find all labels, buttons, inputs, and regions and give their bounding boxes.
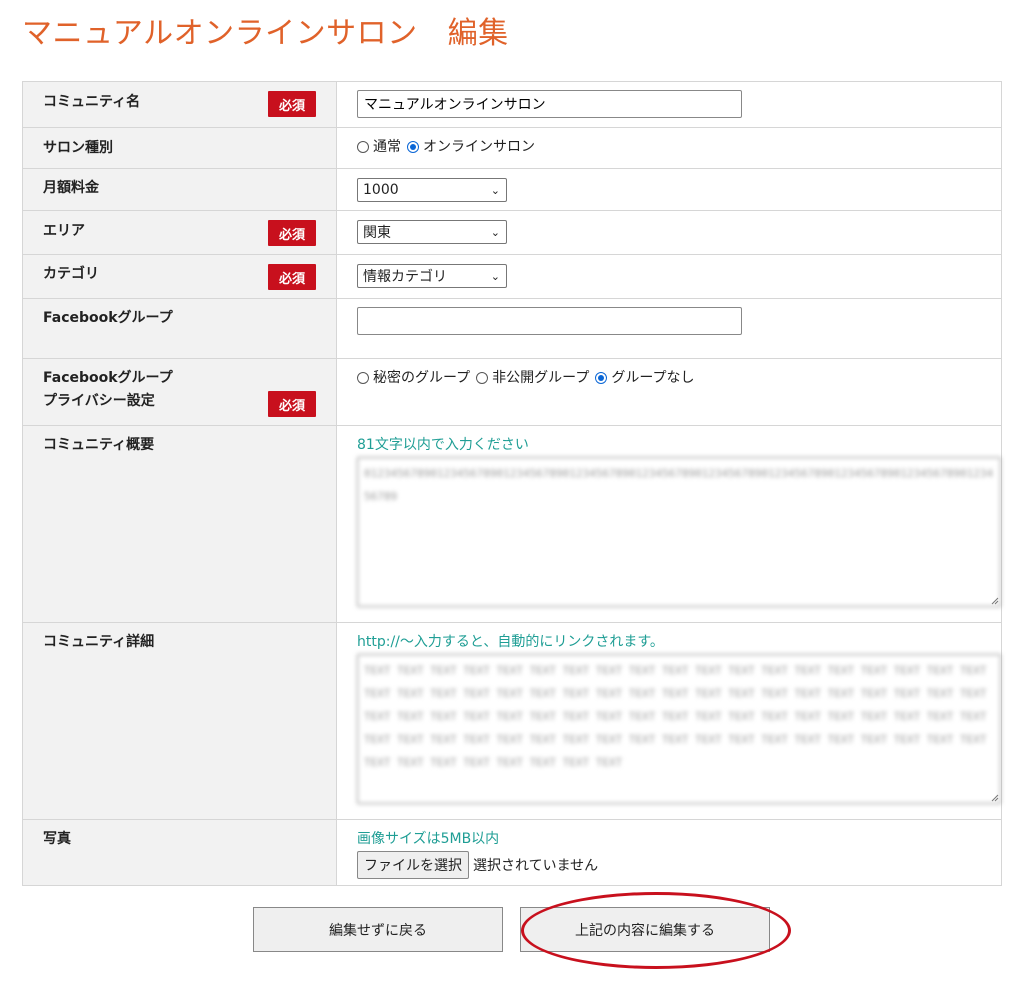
monthly-fee-label: 月額料金 [43,180,99,196]
radio-label[interactable]: 秘密のグループ [373,368,470,388]
label-cell: コミュニティ概要 [22,425,337,623]
chevron-down-icon: ⌄ [490,269,500,283]
resize-grip-icon[interactable] [989,595,999,605]
radio-salon-type-online[interactable] [407,141,419,153]
label-cell: コミュニティ名 必須 [22,81,337,128]
field-cell: 関東 ⌄ [336,210,1002,255]
label-cell: カテゴリ 必須 [22,254,337,299]
field-cell: 秘密のグループ 非公開グループ グループなし [336,358,1002,426]
field-cell: http://～入力すると、自動的にリンクされます。 TEXT TEXT TEX… [336,622,1002,820]
summary-textarea[interactable]: 0123456789012345678901234567890123456789… [357,457,1001,607]
photo-hint: 画像サイズは5MB以内 [357,831,500,847]
label-cell: コミュニティ詳細 [22,622,337,820]
field-cell [336,298,1002,359]
label-cell: サロン種別 [22,127,337,169]
radio-privacy-none[interactable] [595,372,608,384]
page-title: マニュアルオンラインサロン 編集 [22,8,509,52]
detail-textarea[interactable]: TEXT TEXT TEXT TEXT TEXT TEXT TEXT TEXT … [357,654,1001,804]
radio-label[interactable]: グループなし [611,368,694,388]
resize-grip-icon[interactable] [989,792,999,802]
label-cell: 写真 [22,819,337,886]
file-status: 選択されていません [473,858,599,874]
required-badge: 必須 [268,264,316,290]
salon-type-label: サロン種別 [43,140,113,156]
row-detail: コミュニティ詳細 http://～入力すると、自動的にリンクされます。 TEXT… [22,622,1002,820]
select-value: 情報カテゴリ [363,269,447,285]
facebook-privacy-radio-group: 秘密のグループ 非公開グループ グループなし [357,368,981,388]
radio-label[interactable]: 非公開グループ [492,368,589,388]
required-badge: 必須 [268,220,316,246]
area-select[interactable]: 関東 ⌄ [357,220,507,244]
facebook-group-label: Facebookグループ [43,310,173,326]
radio-label[interactable]: オンラインサロン [423,137,535,157]
row-salon-type: サロン種別 通常 オンラインサロン [22,127,1002,169]
row-summary: コミュニティ概要 81文字以内で入力ください 01234567890123456… [22,425,1002,623]
salon-type-radio-group: 通常 オンラインサロン [357,137,981,157]
community-name-input[interactable] [357,90,742,118]
row-facebook-group: Facebookグループ [22,298,1002,359]
summary-hint: 81文字以内で入力ください [357,437,529,453]
submit-edit-button[interactable]: 上記の内容に編集する [520,907,770,952]
file-picker: ファイルを選択 選択されていません [357,851,981,879]
select-value: 1000 [363,182,399,198]
page-title-main: マニュアルオンラインサロン [22,16,418,51]
row-facebook-privacy: Facebookグループ プライバシー設定 必須 秘密のグループ 非公開グループ… [22,358,1002,426]
category-select[interactable]: 情報カテゴリ ⌄ [357,264,507,288]
radio-salon-type-normal[interactable] [357,141,369,153]
row-monthly-fee: 月額料金 1000 ⌄ [22,168,1002,211]
field-cell: 情報カテゴリ ⌄ [336,254,1002,299]
summary-label: コミュニティ概要 [43,437,155,453]
label-cell: Facebookグループ [22,298,337,359]
facebook-group-input[interactable] [357,307,742,335]
label-cell: エリア 必須 [22,210,337,255]
page-title-suffix: 編集 [447,16,509,51]
radio-privacy-secret[interactable] [357,372,369,384]
detail-label: コミュニティ詳細 [43,634,155,650]
row-category: カテゴリ 必須 情報カテゴリ ⌄ [22,254,1002,299]
chevron-down-icon: ⌄ [490,225,500,239]
row-community-name: コミュニティ名 必須 [22,81,1002,128]
chevron-down-icon: ⌄ [490,183,500,197]
field-cell: 通常 オンラインサロン [336,127,1002,169]
facebook-privacy-label-line1: Facebookグループ [43,370,173,386]
photo-label: 写真 [43,831,71,847]
required-badge: 必須 [268,91,316,117]
monthly-fee-select[interactable]: 1000 ⌄ [357,178,507,202]
label-cell: 月額料金 [22,168,337,211]
field-cell [336,81,1002,128]
choose-file-button[interactable]: ファイルを選択 [357,851,469,879]
row-photo: 写真 画像サイズは5MB以内 ファイルを選択 選択されていません [22,819,1002,886]
label-cell: Facebookグループ プライバシー設定 必須 [22,358,337,426]
summary-textarea-content: 0123456789012345678901234567890123456789… [357,457,1001,607]
row-area: エリア 必須 関東 ⌄ [22,210,1002,255]
field-cell: 81文字以内で入力ください 01234567890123456789012345… [336,425,1002,623]
radio-privacy-closed[interactable] [476,372,489,384]
radio-label[interactable]: 通常 [373,137,401,157]
select-value: 関東 [363,225,391,241]
detail-hint: http://～入力すると、自動的にリンクされます。 [357,634,664,650]
back-without-editing-button[interactable]: 編集せずに戻る [253,907,503,952]
detail-textarea-content: TEXT TEXT TEXT TEXT TEXT TEXT TEXT TEXT … [357,654,1001,804]
field-cell: 画像サイズは5MB以内 ファイルを選択 選択されていません [336,819,1002,886]
required-badge: 必須 [268,391,316,417]
edit-form: コミュニティ名 必須 サロン種別 通常 オンラインサロン 月額料金 1000 [22,81,1002,886]
field-cell: 1000 ⌄ [336,168,1002,211]
